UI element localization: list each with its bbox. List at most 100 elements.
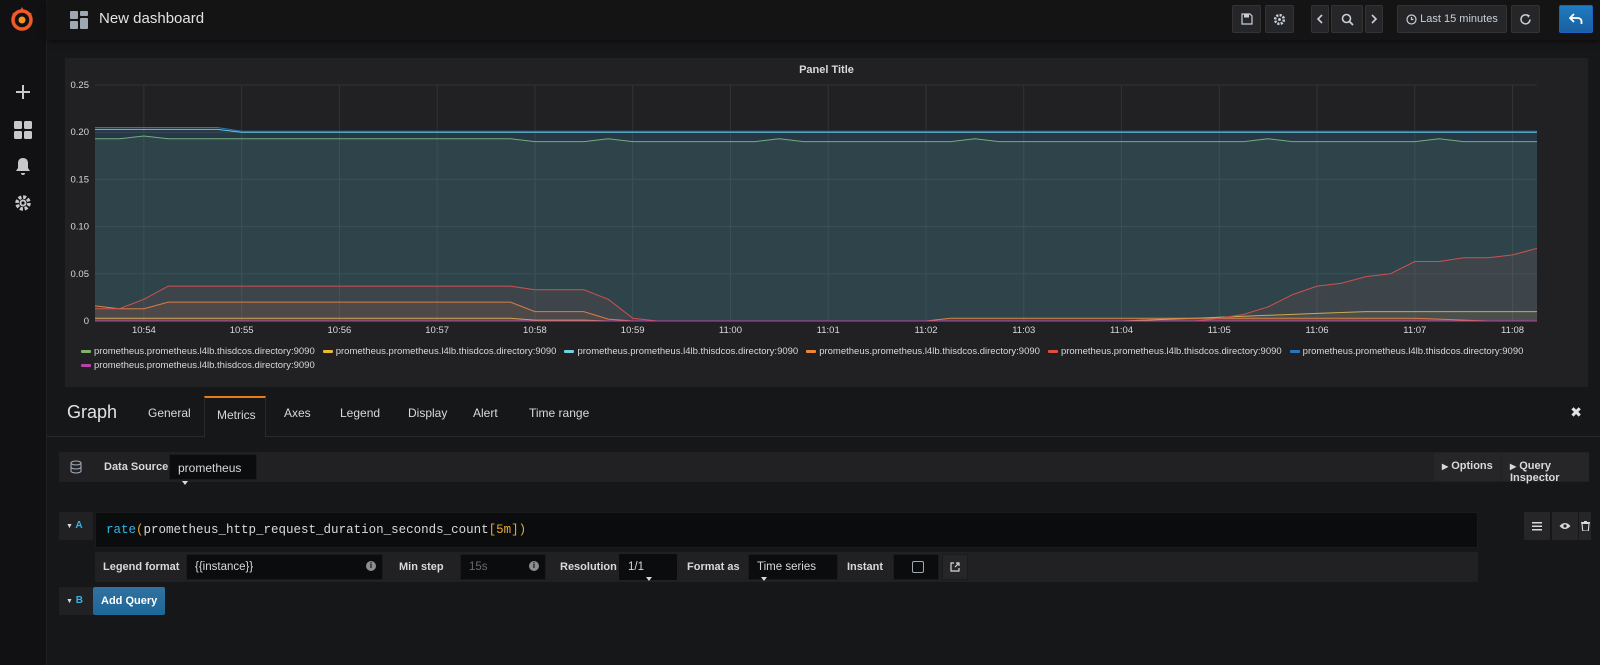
legend-swatch <box>81 363 91 367</box>
x-tick-label: 11:06 <box>1305 325 1328 336</box>
editor-tabs: Graph General Metrics Axes Legend Displa… <box>47 396 1600 438</box>
legend-item[interactable]: prometheus.prometheus.l4lb.thisdcos.dire… <box>81 345 315 359</box>
info-icon[interactable]: i <box>529 561 539 571</box>
resolution-select[interactable]: 1/1 <box>619 554 677 581</box>
query-paren-open: ( <box>136 523 144 537</box>
x-tick-label: 11:08 <box>1501 325 1524 336</box>
x-tick-label: 11:02 <box>914 325 937 336</box>
query-range: [5m] <box>488 523 519 537</box>
datasource-value: prometheus <box>178 461 242 475</box>
query-delete-button[interactable] <box>1579 512 1591 540</box>
series-line[interactable] <box>95 127 1537 132</box>
x-tick-label: 10:57 <box>425 325 449 336</box>
save-dashboard-button[interactable] <box>1232 5 1261 33</box>
tab-axes[interactable]: Axes <box>272 396 323 437</box>
time-picker-button[interactable]: Last 15 minutes <box>1397 5 1507 33</box>
plus-icon[interactable] <box>11 80 35 104</box>
x-tick-label: 11:01 <box>817 325 840 336</box>
format-as-select[interactable]: Time series <box>748 554 838 581</box>
legend-label: prometheus.prometheus.l4lb.thisdcos.dire… <box>335 346 557 357</box>
legend-item[interactable]: prometheus.prometheus.l4lb.thisdcos.dire… <box>322 345 557 359</box>
dashboard-title[interactable]: New dashboard <box>99 10 204 27</box>
close-editor-icon[interactable]: ✖ <box>1570 404 1582 421</box>
format-as-label: Format as <box>687 561 740 573</box>
time-series-chart[interactable]: 0 0.05 0.10 0.15 0.20 0.25 10:54 10:55 10:56 10:5… <box>65 58 1588 343</box>
legend-swatch <box>81 349 91 353</box>
database-icon <box>70 460 82 474</box>
tab-time-range[interactable]: Time range <box>517 396 601 437</box>
x-tick-label: 11:00 <box>719 325 742 336</box>
legend-item[interactable]: prometheus.prometheus.l4lb.thisdcos.dire… <box>1047 345 1282 359</box>
dashboard-settings-button[interactable] <box>1265 5 1294 33</box>
query-letter: A <box>75 520 83 531</box>
resolution-label: Resolution <box>560 561 617 573</box>
tab-metrics[interactable]: Metrics <box>204 396 266 438</box>
legend-item[interactable]: prometheus.prometheus.l4lb.thisdcos.dire… <box>1289 345 1524 359</box>
grafana-logo-icon[interactable] <box>8 5 36 33</box>
caret-down-icon <box>646 576 652 581</box>
legend-format-input[interactable]: {{instance}} i <box>186 554 383 580</box>
query-a-toggle[interactable]: ▼ A <box>59 512 93 540</box>
refresh-icon <box>1520 13 1531 25</box>
time-range-label: Last 15 minutes <box>1420 13 1498 25</box>
legend-label: prometheus.prometheus.l4lb.thisdcos.dire… <box>819 346 1040 357</box>
query-toggle-visibility-button[interactable] <box>1552 512 1578 540</box>
external-link-icon <box>950 562 960 572</box>
caret-down-icon <box>182 480 188 485</box>
legend-item[interactable]: prometheus.prometheus.l4lb.thisdcos.dire… <box>81 359 315 373</box>
tab-display[interactable]: Display <box>396 396 459 437</box>
open-link-button[interactable] <box>942 554 968 580</box>
legend-swatch <box>564 349 575 353</box>
y-tick-label: 0.25 <box>71 80 90 91</box>
query-menu-button[interactable] <box>1524 512 1550 540</box>
query-inspector-label: Query Inspector <box>1510 460 1560 484</box>
datasource-row: Data Source prometheus ▶ Options ▶ Query… <box>59 452 1589 485</box>
query-inspector-button[interactable]: ▶ Query Inspector <box>1502 453 1589 484</box>
tab-general[interactable]: General <box>136 396 203 437</box>
tab-legend[interactable]: Legend <box>328 396 392 437</box>
dashboard-grid-icon[interactable] <box>70 11 88 29</box>
chart-legend: prometheus.prometheus.l4lb.thisdcos.dire… <box>81 345 1581 373</box>
legend-item[interactable]: prometheus.prometheus.l4lb.thisdcos.dire… <box>806 345 1040 359</box>
caret-down-icon: ▼ <box>66 598 73 605</box>
legend-item[interactable]: prometheus.prometheus.l4lb.thisdcos.dire… <box>564 345 798 359</box>
legend-label: prometheus.prometheus.l4lb.thisdcos.dire… <box>1060 346 1282 357</box>
x-tick-label: 11:05 <box>1208 325 1231 336</box>
bell-icon[interactable] <box>11 155 35 179</box>
query-expression-input[interactable]: rate(prometheus_http_request_duration_se… <box>95 512 1478 548</box>
datasource-select[interactable]: prometheus <box>169 454 257 485</box>
zoom-out-button[interactable] <box>1331 5 1363 33</box>
legend-label: prometheus.prometheus.l4lb.thisdcos.dire… <box>1302 346 1524 357</box>
instant-checkbox[interactable] <box>912 561 924 573</box>
gear-icon[interactable] <box>11 191 35 215</box>
tab-alert[interactable]: Alert <box>461 396 510 437</box>
min-step-label: Min step <box>399 561 444 573</box>
min-step-input[interactable]: 15s i <box>460 554 546 580</box>
time-forward-button[interactable] <box>1365 5 1383 33</box>
dashboards-icon[interactable] <box>11 118 35 142</box>
query-row-a: ▼ A rate(prometheus_http_request_duratio… <box>59 512 1591 550</box>
menu-icon <box>1532 521 1542 530</box>
format-as-value: Time series <box>757 561 816 573</box>
add-query-button[interactable]: Add Query <box>93 587 166 615</box>
y-tick-label: 0.05 <box>71 269 90 280</box>
clock-icon <box>1406 13 1417 25</box>
caret-down-icon <box>761 576 767 581</box>
graph-panel: Panel Title 0 0.05 0.10 0.15 0.20 0.25 10:54 10… <box>65 58 1588 387</box>
options-label: Options <box>1451 460 1493 472</box>
trash-icon <box>1580 521 1590 531</box>
info-icon[interactable]: i <box>366 561 376 571</box>
options-button[interactable]: ▶ Options <box>1434 453 1501 481</box>
save-icon <box>1240 13 1253 25</box>
back-to-dashboard-button[interactable] <box>1559 5 1593 33</box>
refresh-button[interactable] <box>1511 5 1540 33</box>
y-tick-label: 0.20 <box>71 127 90 138</box>
chevron-right-icon <box>1371 14 1378 24</box>
legend-swatch <box>322 349 333 353</box>
query-b-toggle[interactable]: ▼ B <box>59 587 93 615</box>
query-letter: B <box>75 595 83 606</box>
legend-format-value: {{instance}} <box>195 561 254 573</box>
time-back-button[interactable] <box>1311 5 1329 33</box>
legend-label: prometheus.prometheus.l4lb.thisdcos.dire… <box>94 360 315 371</box>
legend-swatch <box>806 349 817 353</box>
